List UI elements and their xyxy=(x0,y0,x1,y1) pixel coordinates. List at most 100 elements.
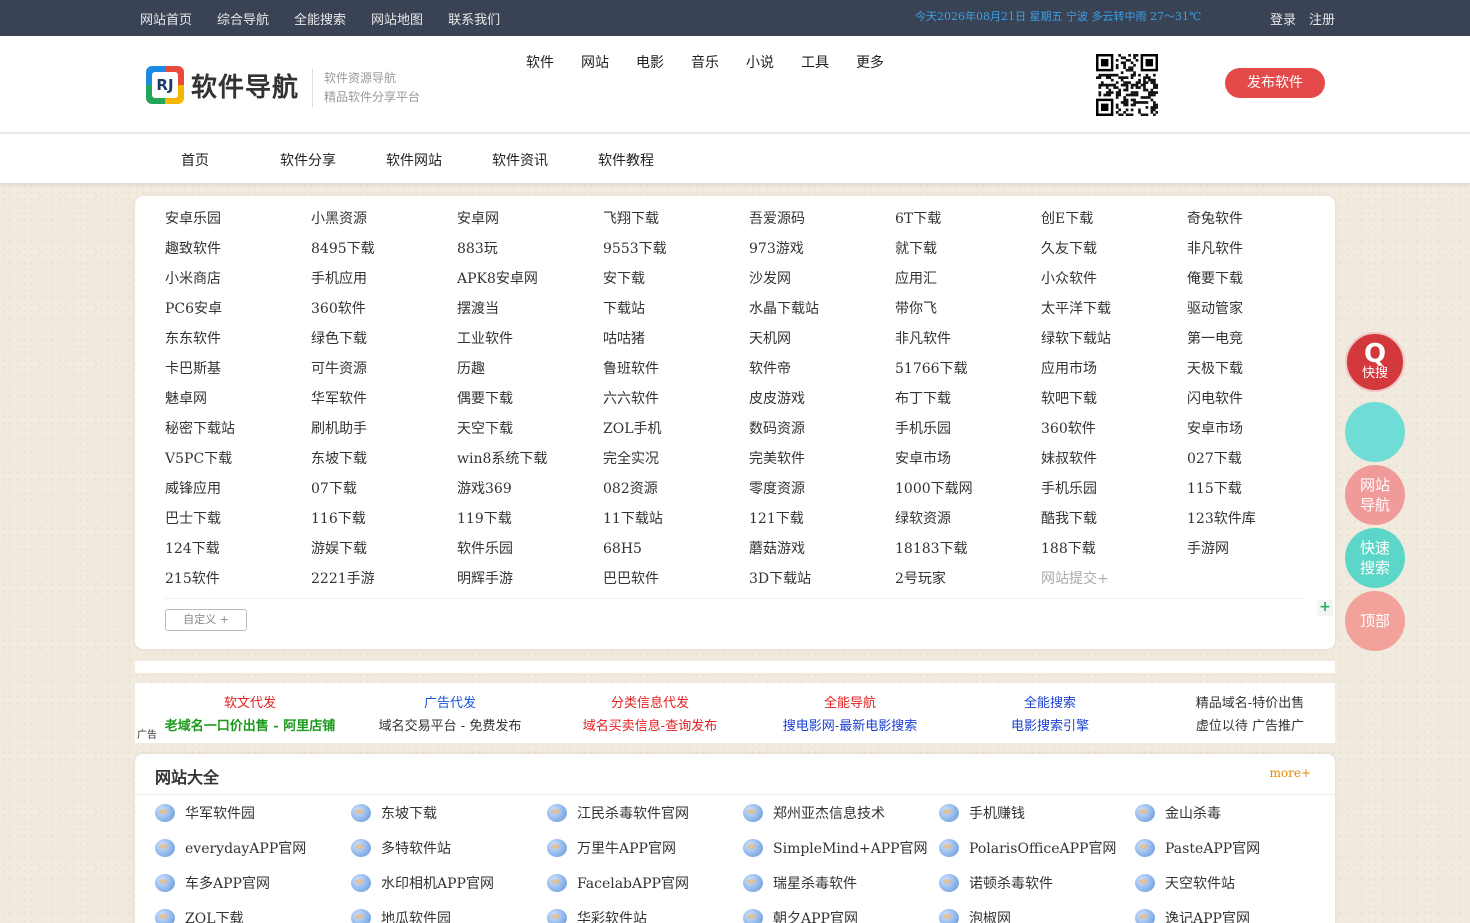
ad-link[interactable]: 分类信息代发 xyxy=(550,692,750,715)
site-item[interactable]: 手机赚钱 xyxy=(939,803,1135,823)
quick-link[interactable]: 秘密下载站 xyxy=(165,414,311,444)
site-item[interactable]: 东坡下载 xyxy=(351,803,547,823)
quick-link[interactable]: 游娱下载 xyxy=(311,534,457,564)
quick-link[interactable]: 皮皮游戏 xyxy=(749,384,895,414)
site-item[interactable]: 金山杀毒 xyxy=(1135,803,1331,823)
site-item[interactable]: 万里牛APP官网 xyxy=(547,838,743,858)
quick-link[interactable]: 偶要下载 xyxy=(457,384,603,414)
quick-link[interactable]: 绿软资源 xyxy=(895,504,1041,534)
quick-link[interactable]: 天空下载 xyxy=(457,414,603,444)
quick-link[interactable]: 久友下载 xyxy=(1041,234,1187,264)
category-more[interactable]: 更多 xyxy=(856,52,884,72)
quick-link[interactable]: 奇兔软件 xyxy=(1187,204,1333,234)
main-nav-sites[interactable]: 软件网站 xyxy=(386,150,442,170)
login-link[interactable]: 登录 xyxy=(1270,9,1296,28)
quick-link[interactable]: 东东软件 xyxy=(165,324,311,354)
quick-link[interactable]: 创E下载 xyxy=(1041,204,1187,234)
top-nav-sitemap[interactable]: 网站地图 xyxy=(371,9,423,28)
site-item[interactable]: 泡椒网 xyxy=(939,908,1135,923)
quick-link[interactable]: 121下载 xyxy=(749,504,895,534)
quick-link[interactable]: 9553下载 xyxy=(603,234,749,264)
ad-link[interactable]: 全能导航 xyxy=(750,692,950,715)
add-icon[interactable]: + xyxy=(1317,600,1333,616)
quick-link[interactable]: 360软件 xyxy=(1041,414,1187,444)
quick-link[interactable]: 2号玩家 xyxy=(895,564,1041,594)
ad-link[interactable]: 广告代发 xyxy=(350,692,550,715)
main-nav-home[interactable]: 首页 xyxy=(181,150,209,170)
quick-link[interactable]: 手机乐园 xyxy=(895,414,1041,444)
quick-link[interactable]: 手游网 xyxy=(1187,534,1333,564)
quick-link[interactable]: win8系统下载 xyxy=(457,444,603,474)
top-nav-contact[interactable]: 联系我们 xyxy=(448,9,500,28)
quick-link[interactable]: 手机应用 xyxy=(311,264,457,294)
quick-link[interactable]: 51766下载 xyxy=(895,354,1041,384)
quick-link[interactable]: 123软件库 xyxy=(1187,504,1333,534)
quick-link[interactable]: 刷机助手 xyxy=(311,414,457,444)
ad-link[interactable]: 全能搜索 xyxy=(950,692,1150,715)
float-button-blank[interactable] xyxy=(1345,402,1405,462)
quick-link[interactable]: 非凡软件 xyxy=(895,324,1041,354)
site-item[interactable]: 华军软件园 xyxy=(155,803,351,823)
quick-link[interactable]: 第一电竞 xyxy=(1187,324,1333,354)
quick-link[interactable]: 飞翔下载 xyxy=(603,204,749,234)
category-tools[interactable]: 工具 xyxy=(801,52,829,72)
quick-link[interactable]: 软件乐园 xyxy=(457,534,603,564)
site-item[interactable]: FacelabAPP官网 xyxy=(547,873,743,893)
site-item[interactable]: ZOL下载 xyxy=(155,908,351,923)
ad-link[interactable]: 老域名一口价出售 - 阿里店铺 xyxy=(150,715,350,738)
quick-link[interactable]: 布丁下载 xyxy=(895,384,1041,414)
quick-link[interactable]: V5PC下载 xyxy=(165,444,311,474)
weather-info[interactable]: 今天2026年08月21日 星期五 宁波 多云转中雨 27～31℃ xyxy=(915,0,1201,36)
fast-search-button[interactable]: 快速 搜索 xyxy=(1345,528,1405,588)
quick-link[interactable]: 天机网 xyxy=(749,324,895,354)
quick-link[interactable]: 驱动管家 xyxy=(1187,294,1333,324)
quick-link[interactable]: 11下载站 xyxy=(603,504,749,534)
quick-link[interactable]: PC6安卓 xyxy=(165,294,311,324)
quick-link[interactable]: 可牛资源 xyxy=(311,354,457,384)
quick-link[interactable]: 巴士下载 xyxy=(165,504,311,534)
site-item[interactable]: 江民杀毒软件官网 xyxy=(547,803,743,823)
site-item[interactable]: 天空软件站 xyxy=(1135,873,1331,893)
quick-link[interactable]: 网站提交+ xyxy=(1041,564,1187,594)
quick-link[interactable]: 妹叔软件 xyxy=(1041,444,1187,474)
quick-link[interactable]: 安卓市场 xyxy=(1187,414,1333,444)
site-item[interactable]: PolarisOfficeAPP官网 xyxy=(939,838,1135,858)
back-to-top-button[interactable]: 顶部 xyxy=(1345,591,1405,651)
quick-link[interactable]: 8495下载 xyxy=(311,234,457,264)
site-nav-button[interactable]: 网站 导航 xyxy=(1345,465,1405,525)
quick-link[interactable]: 历趣 xyxy=(457,354,603,384)
quick-link[interactable]: 小黑资源 xyxy=(311,204,457,234)
quick-link[interactable]: ZOL手机 xyxy=(603,414,749,444)
ad-link[interactable]: 虚位以待 广告推广 xyxy=(1150,715,1350,738)
quick-link[interactable]: 绿色下载 xyxy=(311,324,457,354)
quick-link[interactable]: 酷我下载 xyxy=(1041,504,1187,534)
category-website[interactable]: 网站 xyxy=(581,52,609,72)
quick-link[interactable]: 360软件 xyxy=(311,294,457,324)
site-item[interactable]: SimpleMind+APP官网 xyxy=(743,838,939,858)
quick-link[interactable]: 68H5 xyxy=(603,534,749,564)
quick-link[interactable]: APK8安卓网 xyxy=(457,264,603,294)
register-link[interactable]: 注册 xyxy=(1309,9,1335,28)
site-item[interactable]: 华彩软件站 xyxy=(547,908,743,923)
quick-link[interactable]: 鲁班软件 xyxy=(603,354,749,384)
ad-link[interactable]: 电影搜索引擎 xyxy=(950,715,1150,738)
quick-link[interactable]: 6T下载 xyxy=(895,204,1041,234)
publish-software-button[interactable]: 发布软件 xyxy=(1225,68,1325,98)
quick-link[interactable]: 华军软件 xyxy=(311,384,457,414)
quick-link[interactable]: 数码资源 xyxy=(749,414,895,444)
quick-link[interactable]: 卡巴斯基 xyxy=(165,354,311,384)
quick-link[interactable]: 应用市场 xyxy=(1041,354,1187,384)
quick-link[interactable]: 绿软下载站 xyxy=(1041,324,1187,354)
quick-link[interactable]: 沙发网 xyxy=(749,264,895,294)
site-item[interactable]: 多特软件站 xyxy=(351,838,547,858)
quick-link[interactable]: 安卓网 xyxy=(457,204,603,234)
quick-link[interactable]: 软件帝 xyxy=(749,354,895,384)
quick-link[interactable]: 115下载 xyxy=(1187,474,1333,504)
ad-link[interactable]: 搜电影网-最新电影搜索 xyxy=(750,715,950,738)
quick-link[interactable]: 明辉手游 xyxy=(457,564,603,594)
quick-link[interactable]: 摆渡当 xyxy=(457,294,603,324)
site-item[interactable]: 车多APP官网 xyxy=(155,873,351,893)
category-novel[interactable]: 小说 xyxy=(746,52,774,72)
site-item[interactable]: 地瓜软件园 xyxy=(351,908,547,923)
quick-link[interactable]: 太平洋下载 xyxy=(1041,294,1187,324)
